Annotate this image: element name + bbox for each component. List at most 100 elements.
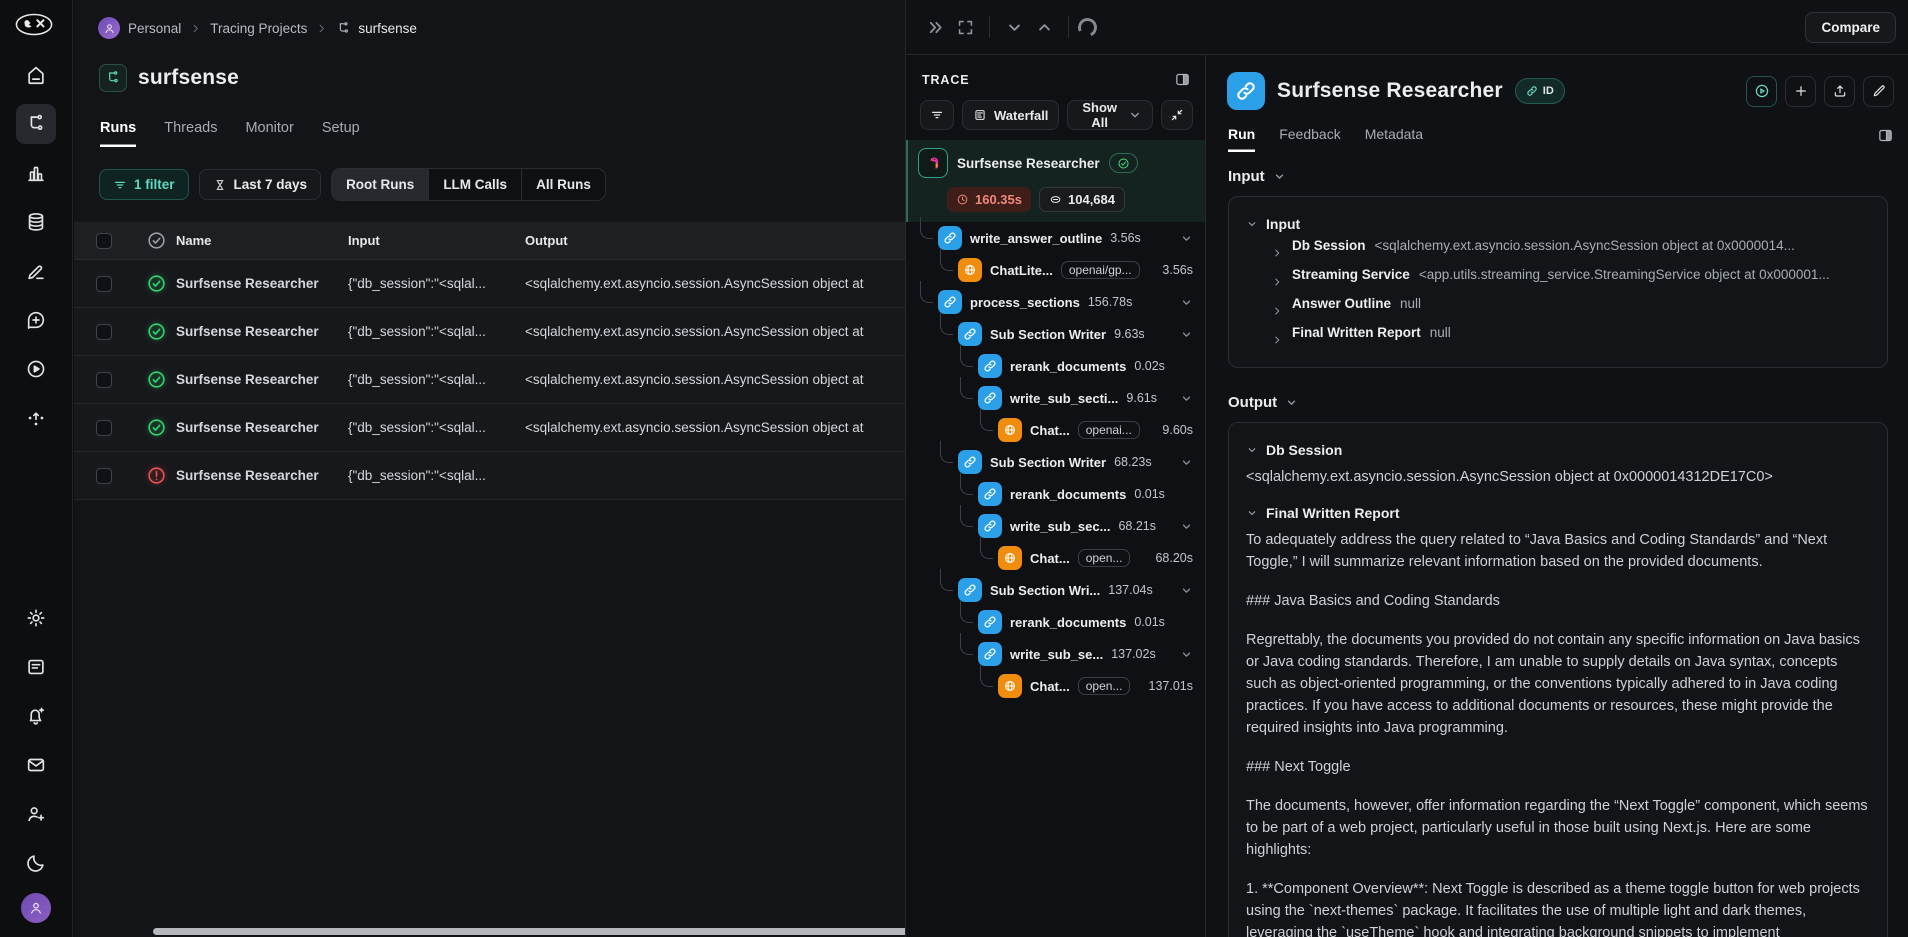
sidebar-item-tracing-projects[interactable] — [16, 104, 56, 144]
row-checkbox[interactable] — [96, 468, 112, 484]
previous-run-icon[interactable] — [1029, 12, 1059, 42]
segment-root-runs[interactable]: Root Runs — [332, 169, 429, 200]
chevron-down-icon[interactable] — [1180, 328, 1193, 341]
trace-node-chain[interactable]: rerank_documents0.01s — [906, 606, 1205, 638]
breadcrumb-tracing-projects[interactable]: Tracing Projects — [210, 21, 307, 36]
run-input: {"db_session":"<sqlal... — [348, 468, 525, 483]
chevron-right-icon — [189, 22, 202, 35]
output-section-header[interactable]: Output — [1228, 394, 1888, 411]
trace-node-chain[interactable]: write_sub_sec...68.21s — [906, 510, 1205, 542]
model-badge: openai... — [1078, 421, 1140, 439]
breadcrumb-personal[interactable]: Personal — [128, 21, 181, 36]
sidebar-item-home[interactable] — [16, 55, 56, 95]
sidebar-item-inbox[interactable] — [16, 745, 56, 785]
llm-icon — [998, 674, 1022, 698]
sidebar-item-playground[interactable] — [16, 349, 56, 389]
tab-monitor[interactable]: Monitor — [245, 120, 293, 147]
chevron-down-icon[interactable] — [1180, 392, 1193, 405]
row-checkbox[interactable] — [96, 276, 112, 292]
chevron-down-icon[interactable] — [1180, 648, 1193, 661]
input-field-row[interactable]: Db Session<sqlalchemy.ext.asyncio.sessio… — [1246, 238, 1870, 267]
chevron-down-icon — [1128, 108, 1142, 122]
run-table-row[interactable]: Surfsense Researcher{"db_session":"<sqla… — [74, 260, 905, 308]
workspace-avatar[interactable] — [98, 17, 120, 39]
sidebar-item-prompts[interactable] — [16, 300, 56, 340]
panel-split-icon[interactable] — [1877, 127, 1894, 152]
row-checkbox[interactable] — [96, 372, 112, 388]
run-table-row[interactable]: Surfsense Researcher{"db_session":"<sqla… — [74, 404, 905, 452]
run-table-row[interactable]: Surfsense Researcher{"db_session":"<sqla… — [74, 308, 905, 356]
segment-all-runs[interactable]: All Runs — [522, 169, 605, 200]
tab-runs[interactable]: Runs — [100, 120, 136, 147]
run-table-row[interactable]: Surfsense Researcher{"db_session":"<sqla… — [74, 356, 905, 404]
trace-node-chain[interactable]: Sub Section Writer9.63s — [906, 318, 1205, 350]
show-all-dropdown[interactable]: Show All — [1067, 100, 1153, 130]
sidebar-item-documentation[interactable] — [16, 647, 56, 687]
node-name: rerank_documents — [1010, 615, 1126, 630]
waterfall-button[interactable]: Waterfall — [962, 100, 1059, 130]
filter-count-chip[interactable]: 1 filter — [99, 169, 189, 200]
output-field-header[interactable]: Final Written Report — [1246, 505, 1870, 521]
horizontal-scrollbar[interactable] — [153, 928, 973, 935]
chevron-down-icon[interactable] — [1180, 520, 1193, 533]
add-to-dataset-button[interactable] — [1785, 76, 1816, 107]
input-section-header[interactable]: Input — [1228, 168, 1888, 185]
open-in-playground-button[interactable] — [1746, 76, 1777, 107]
deployments-icon — [25, 407, 47, 429]
sidebar-item-invite-user[interactable] — [16, 794, 56, 834]
trace-node-chain[interactable]: Sub Section Writer68.23s — [906, 446, 1205, 478]
breadcrumb-project[interactable]: surfsense — [336, 21, 417, 36]
trace-node-llm[interactable]: ChatLite...openai/gp...3.56s — [906, 254, 1205, 286]
annotate-run-button[interactable] — [1863, 76, 1894, 107]
collapse-panel-icon[interactable] — [920, 12, 950, 42]
trace-node-chain[interactable]: write_sub_secti...9.61s — [906, 382, 1205, 414]
node-name: Chat... — [1030, 551, 1070, 566]
select-all-checkbox[interactable] — [96, 233, 112, 249]
langsmith-logo[interactable] — [15, 13, 53, 41]
tab-run[interactable]: Run — [1228, 126, 1255, 152]
expand-fullscreen-icon[interactable] — [950, 12, 980, 42]
upload-icon — [1832, 83, 1848, 99]
sidebar-item-settings[interactable] — [16, 598, 56, 638]
copy-run-id-button[interactable]: ID — [1515, 78, 1565, 104]
trace-root-name: Surfsense Researcher — [957, 156, 1100, 171]
next-run-icon[interactable] — [999, 12, 1029, 42]
run-table-row[interactable]: Surfsense Researcher{"db_session":"<sqla… — [74, 452, 905, 500]
chevron-down-icon[interactable] — [1180, 232, 1193, 245]
input-field-row[interactable]: Streaming Service<app.utils.streaming_se… — [1246, 267, 1870, 296]
user-avatar[interactable] — [21, 893, 51, 923]
tracing-icon — [25, 113, 47, 135]
segment-llm-calls[interactable]: LLM Calls — [429, 169, 522, 200]
tab-setup[interactable]: Setup — [322, 120, 360, 147]
sidebar-item-notifications[interactable] — [16, 696, 56, 736]
trace-filter-button[interactable] — [920, 100, 954, 130]
date-range-chip[interactable]: Last 7 days — [199, 169, 322, 200]
compare-button[interactable]: Compare — [1805, 12, 1896, 43]
panel-split-icon[interactable] — [1174, 71, 1191, 88]
chevron-down-icon[interactable] — [1180, 584, 1193, 597]
row-checkbox[interactable] — [96, 324, 112, 340]
input-field-row[interactable]: Answer Outlinenull — [1246, 296, 1870, 325]
input-field-row[interactable]: Final Written Reportnull — [1246, 325, 1870, 354]
chevron-down-icon[interactable] — [1180, 296, 1193, 309]
row-checkbox[interactable] — [96, 420, 112, 436]
tab-feedback[interactable]: Feedback — [1279, 126, 1340, 152]
trace-node-chain[interactable]: rerank_documents0.01s — [906, 478, 1205, 510]
trace-node-chain[interactable]: rerank_documents0.02s — [906, 350, 1205, 382]
input-root-node[interactable]: Input — [1246, 210, 1870, 238]
sidebar-item-dashboards[interactable] — [16, 153, 56, 193]
trace-node-chain[interactable]: Sub Section Wri...137.04s — [906, 574, 1205, 606]
chevron-down-icon[interactable] — [1180, 456, 1193, 469]
collapse-all-button[interactable] — [1161, 100, 1193, 130]
tab-threads[interactable]: Threads — [164, 120, 217, 147]
output-field-header[interactable]: Db Session — [1246, 442, 1870, 458]
trace-root-run[interactable]: Surfsense Researcher 160.35s 104,684 — [906, 140, 1205, 222]
sidebar-item-deployments[interactable] — [16, 398, 56, 438]
sidebar-item-annotation-queues[interactable] — [16, 251, 56, 291]
share-run-button[interactable] — [1824, 76, 1855, 107]
trace-node-chain[interactable]: write_sub_se...137.02s — [906, 638, 1205, 670]
tab-metadata[interactable]: Metadata — [1365, 126, 1423, 152]
sidebar-item-dark-mode-toggle[interactable] — [16, 843, 56, 883]
sidebar-item-datasets[interactable] — [16, 202, 56, 242]
trace-node-llm[interactable]: Chat...open...137.01s — [906, 670, 1205, 702]
